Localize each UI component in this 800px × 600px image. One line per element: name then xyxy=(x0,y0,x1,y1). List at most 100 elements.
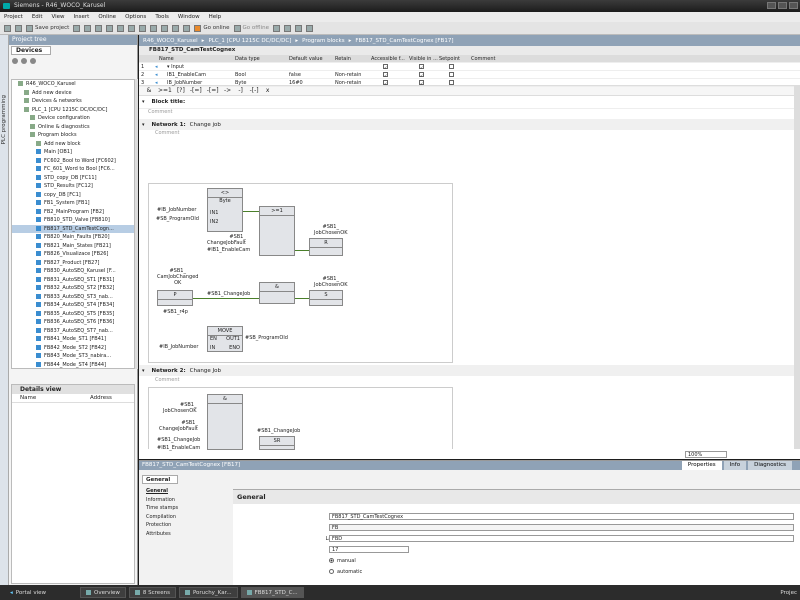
simulation-icon[interactable] xyxy=(183,24,191,32)
general-subtab[interactable]: General xyxy=(142,475,178,484)
interface-cell-retain[interactable]: Non-retain xyxy=(335,79,361,87)
download-icon[interactable] xyxy=(161,24,169,32)
network2-comment[interactable]: Comment xyxy=(155,377,180,383)
properties-list-item[interactable]: Time stamps xyxy=(146,504,178,513)
new-project-icon[interactable] xyxy=(4,24,11,32)
portal-view-button[interactable]: ◂ Portal view xyxy=(0,590,80,596)
and2-box[interactable]: & xyxy=(207,394,243,450)
editor-scrollbar[interactable] xyxy=(794,85,800,449)
interface-column-header[interactable]: Comment xyxy=(471,55,496,63)
tree-item[interactable]: Add new block xyxy=(12,140,134,149)
or-box[interactable]: >=1 xyxy=(259,206,295,256)
properties-list-item[interactable]: Attributes xyxy=(146,530,178,539)
compile-icon[interactable] xyxy=(150,24,158,32)
checkbox-acc[interactable] xyxy=(383,71,388,77)
tree-item[interactable]: FB835_AutoSEQ_ST5 [FB35] xyxy=(12,310,134,319)
menu-edit[interactable]: Edit xyxy=(32,12,43,22)
tree-item[interactable]: FB843_Mode_ST3_nabira... xyxy=(12,352,134,361)
interface-column-header[interactable]: Data type xyxy=(235,55,260,63)
copy-icon[interactable] xyxy=(95,24,103,32)
compare-box[interactable]: <> Byte IN1 IN2 xyxy=(207,188,243,232)
tree-item[interactable]: FB832_AutoSEQ_ST2 [FB32] xyxy=(12,284,134,293)
breadcrumb-item[interactable]: Program blocks xyxy=(302,38,344,44)
network2-collapse-icon[interactable]: ▾ xyxy=(142,368,145,374)
refresh-icon[interactable] xyxy=(30,58,36,64)
maximize-button[interactable] xyxy=(778,2,787,9)
interface-cell-name[interactable]: IB1_EnableCam xyxy=(167,71,206,79)
tree-item[interactable]: FB844_Mode_ST4 [FB44] xyxy=(12,361,134,369)
tree-item[interactable]: Device configuration xyxy=(12,114,134,123)
checkbox-vis[interactable] xyxy=(419,71,424,77)
tree-item[interactable]: FC602_Bool to Word [FC602] xyxy=(12,157,134,166)
checkbox-acc[interactable] xyxy=(383,79,388,85)
network1-comment[interactable]: Comment xyxy=(139,130,800,140)
stop-cpu-icon[interactable] xyxy=(294,24,302,32)
go-online-button[interactable]: Go online xyxy=(194,24,230,32)
network1-collapse-icon[interactable]: ▾ xyxy=(142,122,145,128)
tree-item[interactable]: FB831_AutoSEQ_ST1 [FB31] xyxy=(12,276,134,285)
and2-in-a[interactable]: #SB1_ JobChosenOK xyxy=(163,402,197,414)
tree-item[interactable]: FB842_Mode_ST2 [FB42] xyxy=(12,344,134,353)
fbd-tool-button[interactable]: -[=] xyxy=(190,87,202,94)
print-icon[interactable] xyxy=(73,24,81,32)
interface-column-header[interactable]: Name xyxy=(159,55,174,63)
delete-icon[interactable] xyxy=(117,24,125,32)
interface-column-header[interactable]: Retain xyxy=(335,55,351,63)
tree-item[interactable]: Devices & networks xyxy=(12,97,134,106)
back-icon[interactable] xyxy=(12,58,18,64)
collapse-icon[interactable]: ▾ xyxy=(142,99,145,105)
fbd-tool-button[interactable]: -[=] xyxy=(207,87,219,94)
taskbar-editor-tab[interactable]: 8 Screens xyxy=(128,587,176,598)
split-editor-icon[interactable] xyxy=(305,24,313,32)
network1-title[interactable]: Change job xyxy=(190,122,221,128)
p-edge-aux[interactable]: #SB1_r4p xyxy=(163,309,188,315)
interface-column-header[interactable]: Default value xyxy=(289,55,323,63)
tree-item[interactable]: FB833_AutoSEQ_ST3_nab... xyxy=(12,293,134,302)
save-project-button[interactable]: Save project xyxy=(26,24,69,32)
tree-item[interactable]: FB836_AutoSEQ_ST6 [FB36] xyxy=(12,318,134,327)
tree-item[interactable]: Main [OB1] xyxy=(12,148,134,157)
zoom-select[interactable]: 100% xyxy=(685,451,727,458)
interface-cell-retain[interactable]: Non-retain xyxy=(335,71,361,79)
manual-radio[interactable]: manual xyxy=(329,558,356,564)
or-in-b[interactable]: #IB1_EnableCam xyxy=(207,247,250,253)
tree-item[interactable]: copy_DB [FC1] xyxy=(12,191,134,200)
interface-column-header[interactable]: Visible in ... xyxy=(409,55,438,63)
automatic-radio[interactable]: automatic xyxy=(329,569,362,575)
menu-view[interactable]: View xyxy=(51,12,64,22)
taskbar-editor-tab[interactable]: Overview xyxy=(80,587,126,598)
checkbox-vis[interactable] xyxy=(419,63,424,69)
interface-cell-type[interactable]: Bool xyxy=(235,71,246,79)
tree-item[interactable]: FB820_Main_Faults [FB20] xyxy=(12,233,134,242)
tree-item[interactable]: FB1_System [FB1] xyxy=(12,199,134,208)
checkbox-sp[interactable] xyxy=(449,71,454,77)
accessible-devices-icon[interactable] xyxy=(272,24,280,32)
tab-info[interactable]: Info xyxy=(723,461,747,470)
close-button[interactable] xyxy=(789,2,798,9)
interface-cell-default[interactable]: 16#0 xyxy=(289,79,303,87)
tree-item[interactable]: FB830_AutoSEQ_Karusel [F... xyxy=(12,267,134,276)
fbd-tool-button[interactable]: -] xyxy=(237,87,245,94)
tree-item[interactable]: STD_copy_DB [FC11] xyxy=(12,174,134,183)
checkbox-acc[interactable] xyxy=(383,63,388,69)
tree-item[interactable]: FB810_STD_Valve [FB810] xyxy=(12,216,134,225)
move-var-in[interactable]: #IB_JobNumber xyxy=(159,344,198,350)
and2-in-c[interactable]: #SB1_ChangeJob xyxy=(157,437,200,443)
and-in[interactable]: #SB1_ChangeJob xyxy=(207,291,250,297)
fbd-tool-button[interactable]: x xyxy=(264,87,272,94)
properties-list-item[interactable]: General xyxy=(146,487,178,496)
breadcrumb-item[interactable]: FB817_STD_CamTestCognex [FB17] xyxy=(355,38,453,44)
reset-coil[interactable]: R xyxy=(309,238,343,256)
language-select[interactable]: FBD xyxy=(329,535,794,542)
checkbox-sp[interactable] xyxy=(449,79,454,85)
tree-item[interactable]: FB826_Visualizace [FB26] xyxy=(12,250,134,259)
move-var-out[interactable]: #SB_ProgramOld xyxy=(245,335,288,341)
fbd-tool-button[interactable]: & xyxy=(145,87,153,94)
set-coil-var[interactable]: #SB1_ JobChosenOK xyxy=(314,276,348,288)
fbd-tool-button[interactable]: >=1 xyxy=(158,87,172,94)
interface-cell-default[interactable]: false xyxy=(289,71,301,79)
paste-icon[interactable] xyxy=(106,24,114,32)
network2-title[interactable]: Change Job xyxy=(190,368,221,374)
tree-item[interactable]: FB821_Main_States [FB21] xyxy=(12,242,134,251)
tree-item[interactable]: FB837_AutoSEQ_ST7_nab... xyxy=(12,327,134,336)
